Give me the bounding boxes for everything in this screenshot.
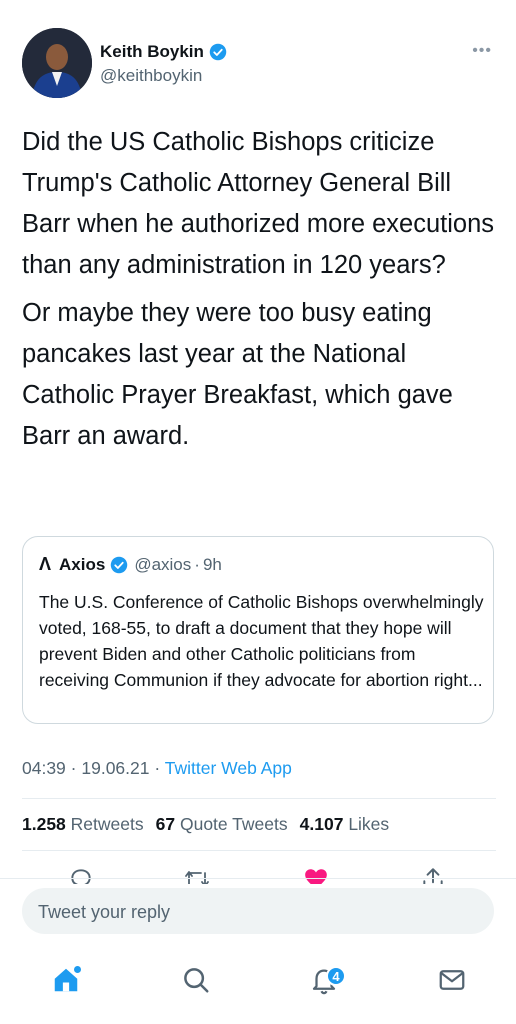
meta-separator: · [70, 758, 82, 778]
tab-search[interactable] [176, 960, 216, 1000]
heart-icon[interactable] [302, 866, 330, 884]
meta-separator: · [154, 758, 165, 778]
tweet-paragraph: Or maybe they were too busy eating panca… [22, 299, 453, 450]
likes-label: Likes [348, 814, 390, 834]
reply-bar-separator [0, 878, 516, 879]
mail-icon [439, 970, 465, 990]
tab-messages[interactable] [432, 960, 472, 1000]
likes-stat[interactable]: 4.107 Likes [300, 814, 390, 835]
quotes-stat[interactable]: 67 Quote Tweets [156, 814, 288, 835]
tweet-date: 19.06.21 [81, 758, 150, 778]
author-name-row: Keith Boykin [100, 42, 227, 62]
tweet-paragraph: Did the US Catholic Bishops criticize Tr… [22, 128, 495, 279]
verified-badge-icon [209, 43, 227, 61]
search-icon [184, 968, 209, 993]
retweet-icon[interactable] [183, 866, 211, 884]
tweet-time: 04:39 [22, 758, 66, 778]
tweet-header: Keith Boykin @keithboykin ••• [22, 28, 496, 100]
avatar[interactable] [22, 28, 92, 98]
author-name[interactable]: Keith Boykin [100, 42, 204, 62]
reply-input[interactable]: Tweet your reply [22, 888, 494, 934]
reply-icon[interactable] [68, 866, 94, 884]
quotes-label: Quote Tweets [179, 814, 288, 834]
axios-logo-icon: Λ [39, 554, 52, 574]
retweets-stat[interactable]: 1.258 Retweets [22, 814, 144, 835]
divider [22, 850, 496, 851]
tweet-source-link[interactable]: Twitter Web App [165, 758, 292, 778]
author-handle[interactable]: @keithboykin [100, 66, 202, 86]
likes-count: 4.107 [299, 814, 344, 834]
tweet-meta: 04:39 · 19.06.21 · Twitter Web App [22, 758, 292, 779]
tab-notifications[interactable]: 4 [304, 960, 346, 1000]
quoted-author-handle: @axios [134, 554, 192, 574]
notifications-badge: 4 [326, 966, 346, 986]
home-new-dot [74, 966, 81, 973]
quoted-separator: · [194, 554, 200, 574]
tab-home[interactable] [46, 960, 86, 1000]
verified-badge-icon [111, 556, 128, 573]
quoted-tweet-card[interactable]: Λ Axios @axios · 9h The U.S. Conference … [22, 536, 494, 724]
retweets-label: Retweets [70, 814, 144, 834]
quotes-count: 67 [155, 814, 176, 834]
quoted-tweet-text: The U.S. Conference of Catholic Bishops … [39, 592, 484, 690]
retweets-count: 1.258 [22, 814, 66, 834]
quoted-author-name: Axios [59, 554, 106, 574]
tweet-text: Did the US Catholic Bishops criticize Tr… [22, 122, 502, 464]
quoted-age: 9h [202, 554, 222, 574]
bottom-tab-bar: 4 [0, 950, 516, 1010]
more-icon[interactable]: ••• [472, 42, 492, 60]
tweet-stats: 1.258 Retweets 67 Quote Tweets 4.107 Lik… [22, 814, 389, 835]
divider [22, 798, 496, 799]
tweet-actions [0, 862, 516, 884]
share-icon[interactable] [420, 866, 446, 884]
quoted-tweet-header: Λ Axios @axios · 9h [39, 554, 222, 575]
